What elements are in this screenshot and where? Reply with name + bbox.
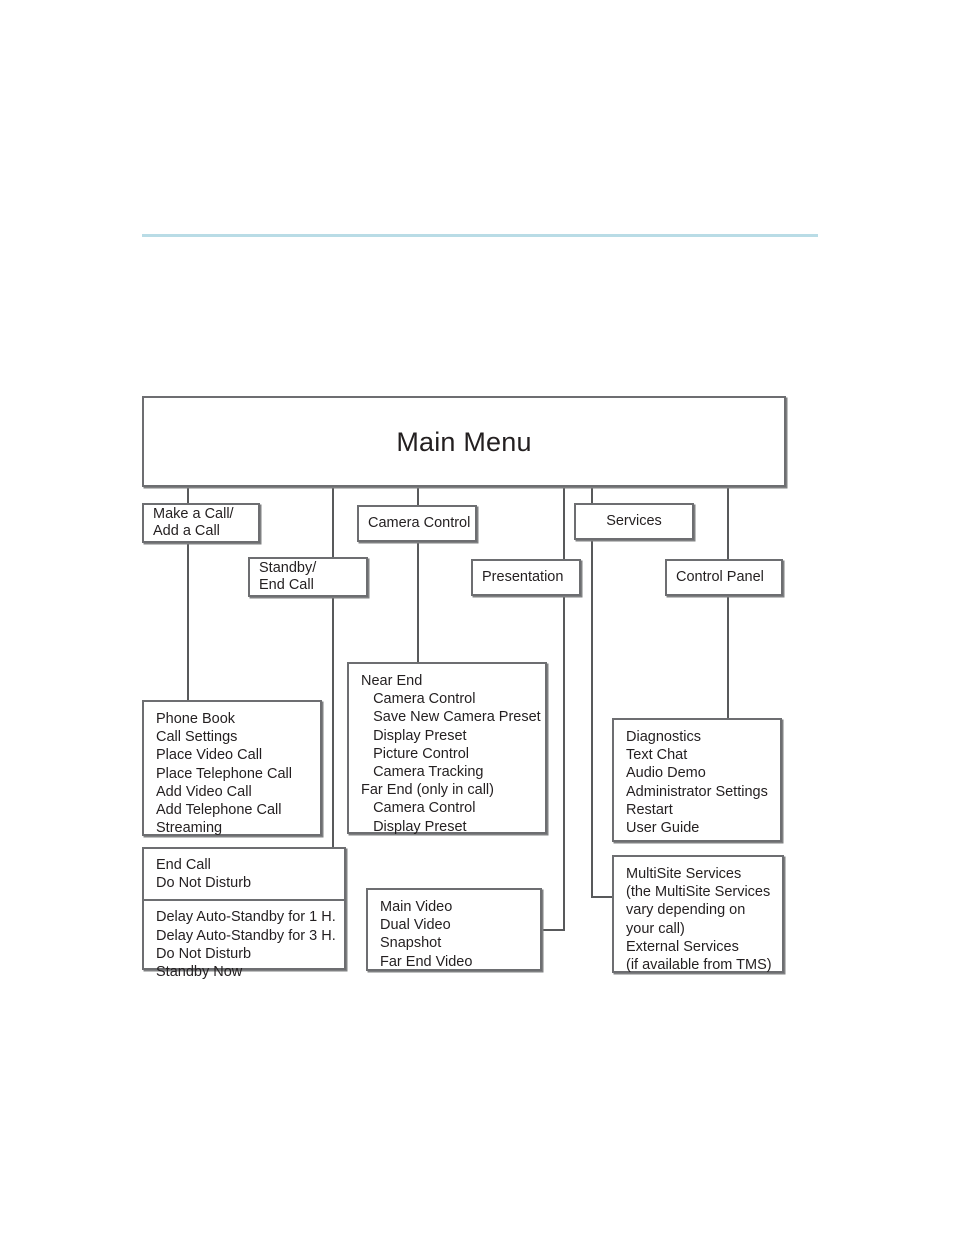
page-canvas: Main Menu Make a Call/ Add a Call Standb… [0,0,954,1235]
end-call-bottom-list: Delay Auto-Standby for 1 H. Delay Auto-S… [156,909,336,981]
connector-standby-end-call [332,487,334,848]
connector-control-panel [727,487,729,719]
main-menu-label: Main Menu [396,426,532,457]
node-end-call-items[interactable]: End Call Do Not Disturb Delay Auto-Stand… [142,847,346,980]
node-make-a-call[interactable]: Make a Call/ Add a Call [142,503,260,543]
connector-presentation-vertical [563,487,565,930]
connector-services-horizontal [591,896,614,898]
connector-presentation-horizontal [541,929,565,931]
node-main-menu[interactable]: Main Menu [142,396,786,487]
presentation-items-list: Main Video Dual Video Snapshot Far End V… [380,899,473,970]
camera-control-items-list: Near End Camera Control Save New Camera … [361,673,541,835]
node-make-a-call-items[interactable]: Phone Book Call Settings Place Video Cal… [142,700,322,836]
node-camera-control-items[interactable]: Near End Camera Control Save New Camera … [347,662,547,835]
node-control-panel-items[interactable]: Diagnostics Text Chat Audio Demo Adminis… [612,718,782,842]
end-call-section-bottom: Delay Auto-Standby for 1 H. Delay Auto-S… [144,899,344,988]
node-services-items[interactable]: MultiSite Services (the MultiSite Servic… [612,855,784,973]
connector-services-vertical [591,487,593,898]
end-call-section-top: End Call Do Not Disturb [144,849,344,899]
services-label: Services [606,513,662,529]
control-panel-items-list: Diagnostics Text Chat Audio Demo Adminis… [626,729,768,837]
make-a-call-items-list: Phone Book Call Settings Place Video Cal… [156,711,292,837]
node-control-panel[interactable]: Control Panel [665,559,783,596]
node-services[interactable]: Services [574,503,694,540]
services-items-list: MultiSite Services (the MultiSite Servic… [626,866,772,974]
node-standby-end-call[interactable]: Standby/ End Call [248,557,368,597]
menu-structure-diagram: Main Menu Make a Call/ Add a Call Standb… [0,0,954,1235]
make-a-call-label: Make a Call/ Add a Call [153,506,234,539]
node-camera-control[interactable]: Camera Control [357,505,477,542]
node-presentation-items[interactable]: Main Video Dual Video Snapshot Far End V… [366,888,542,971]
standby-end-call-label: Standby/ End Call [259,560,317,593]
presentation-label: Presentation [482,569,564,585]
camera-control-label: Camera Control [368,515,471,531]
control-panel-label: Control Panel [676,569,764,585]
end-call-top-list: End Call Do Not Disturb [156,857,252,892]
node-presentation[interactable]: Presentation [471,559,581,596]
